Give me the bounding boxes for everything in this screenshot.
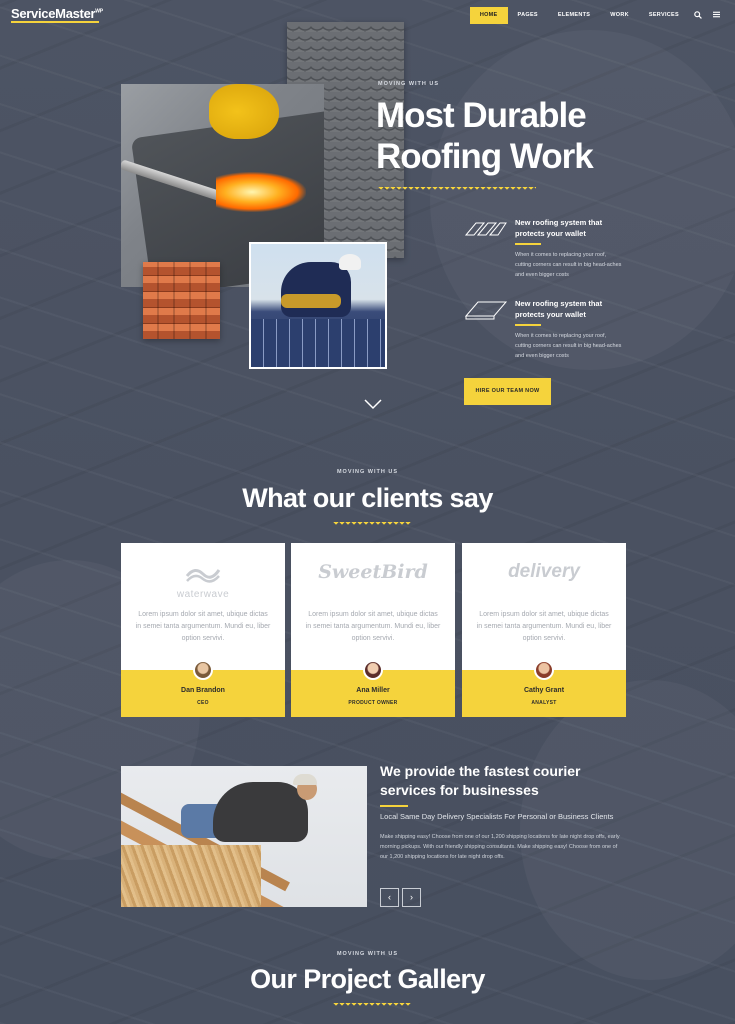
solar-worker-image [249, 242, 387, 369]
testimonials-eyebrow: MOVING WITH US [336, 469, 399, 475]
testimonial-quote: Lorem ipsum dolor sit amet, ubique dicta… [476, 611, 612, 642]
testimonial-card: SweetBird Lorem ipsum dolor sit amet, ub… [291, 543, 455, 717]
carpenter-image [121, 766, 367, 907]
testimonials-title: What our clients say [242, 483, 493, 513]
courier-subtitle: Local Same Day Delivery Specialists For … [380, 812, 614, 821]
testimonial-card: delivery Lorem ipsum dolor sit amet, ubi… [462, 543, 626, 717]
waterwave-logo-icon [185, 569, 221, 583]
client-role: PRODUCT OWNER [348, 700, 398, 706]
feature-title: New roofing system that protects your wa… [515, 299, 603, 319]
nav-item-work[interactable]: WORK [600, 7, 639, 24]
avatar [534, 660, 554, 680]
gallery-divider [333, 1003, 411, 1008]
client-name: Ana Miller [356, 687, 390, 694]
courier-title: We provide the fastest courier services … [380, 763, 581, 798]
clay-tiles-image [143, 262, 220, 339]
avatar [193, 660, 213, 680]
search-icon[interactable] [689, 10, 707, 21]
logo-underline [11, 21, 99, 23]
testimonials-divider [333, 522, 411, 527]
client-name: Dan Brandon [181, 687, 225, 694]
nav-item-elements[interactable]: ELEMENTS [548, 7, 600, 24]
brand-name: waterwave [176, 589, 230, 600]
feature-divider [515, 324, 541, 326]
testimonial-quote: Lorem ipsum dolor sit amet, ubique dicta… [135, 611, 271, 642]
feature-title: New roofing system that protects your wa… [515, 218, 603, 238]
nav-item-services[interactable]: SERVICES [639, 7, 689, 24]
brand-name: delivery [508, 561, 580, 582]
next-arrow-button[interactable]: › [402, 888, 421, 907]
brand-name: SweetBird [318, 561, 428, 583]
client-role: ANALYST [531, 700, 557, 706]
feature-divider [515, 243, 541, 245]
client-name: Cathy Grant [523, 687, 565, 694]
courier-text: Make shipping easy! Choose from one of o… [380, 834, 620, 860]
main-menu: HOME PAGES ELEMENTS WORK SERVICES [469, 7, 725, 24]
hire-team-button[interactable]: HIRE OUR TEAM NOW [464, 378, 551, 405]
hero-divider [378, 187, 536, 192]
hamburger-icon[interactable] [707, 11, 725, 20]
gallery-title: Our Project Gallery [250, 964, 485, 994]
testimonial-card: waterwave Lorem ipsum dolor sit amet, ub… [121, 543, 285, 717]
site-logo[interactable]: ServiceMasterWP [11, 6, 103, 21]
hero-eyebrow: MOVING WITH US [378, 81, 440, 87]
nav-item-home[interactable]: HOME [469, 7, 508, 24]
feature-text: When it comes to replacing your roof, cu… [515, 252, 622, 278]
courier-divider [380, 805, 408, 807]
feature-text: When it comes to replacing your roof, cu… [515, 333, 622, 359]
roof-panel-icon [464, 301, 508, 320]
chevron-down-icon[interactable] [364, 398, 382, 410]
prev-arrow-button[interactable]: ‹ [380, 888, 399, 907]
hero-title: Most Durable Roofing Work [376, 96, 594, 176]
avatar [363, 660, 383, 680]
roof-tiles-icon [464, 222, 507, 236]
testimonial-quote: Lorem ipsum dolor sit amet, ubique dicta… [305, 611, 441, 642]
client-role: CEO [197, 700, 209, 706]
gallery-eyebrow: MOVING WITH US [336, 951, 399, 957]
nav-item-pages[interactable]: PAGES [508, 7, 548, 24]
